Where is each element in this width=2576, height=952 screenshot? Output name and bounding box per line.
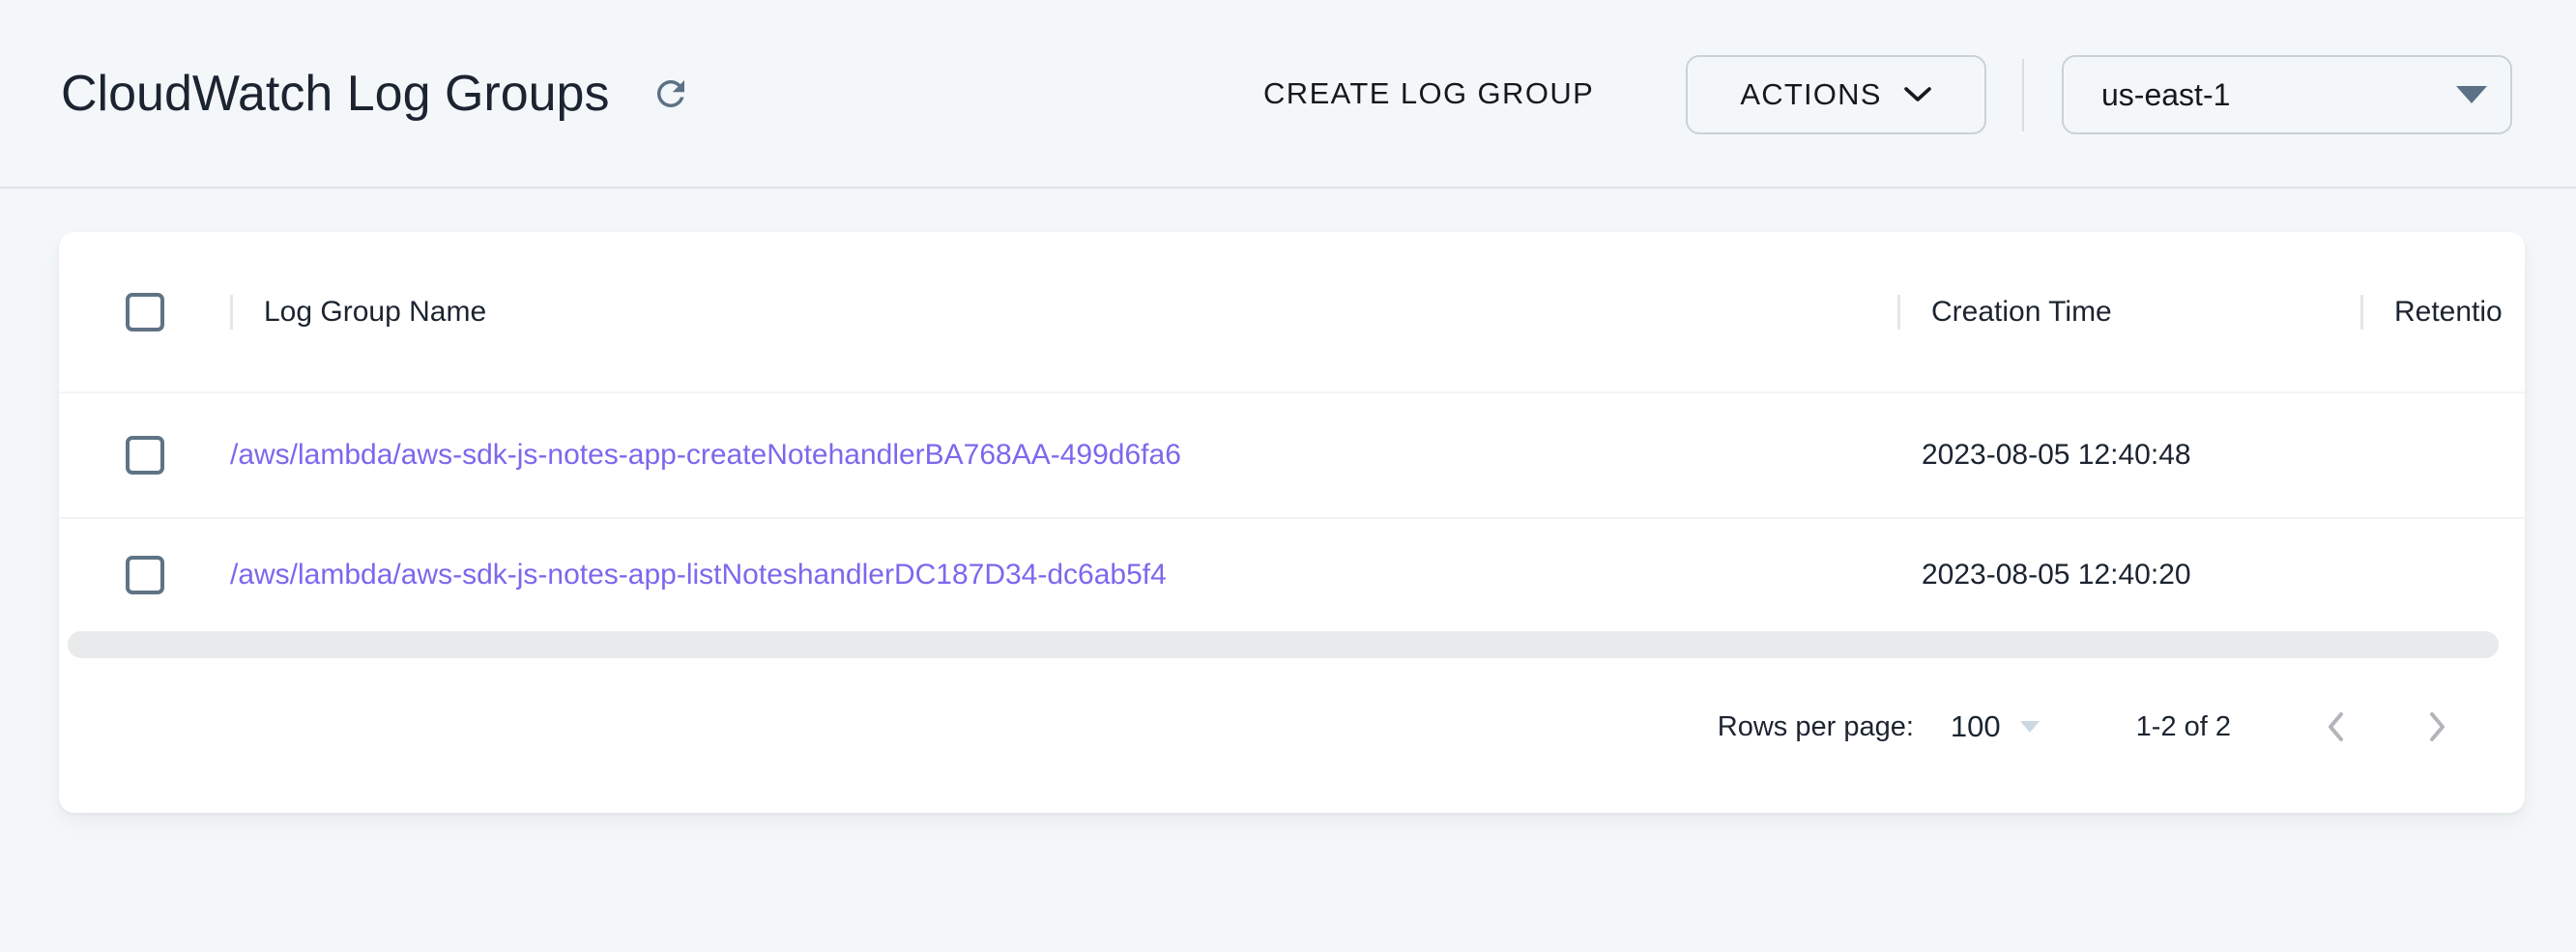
- log-group-link[interactable]: /aws/lambda/aws-sdk-js-notes-app-createN…: [230, 439, 1181, 471]
- region-select-value: us-east-1: [2101, 77, 2456, 113]
- column-header-label: Log Group Name: [264, 296, 486, 329]
- chevron-down-icon: [1903, 86, 1932, 103]
- chevron-right-icon: [2426, 710, 2449, 743]
- create-log-group-button[interactable]: CREATE LOG GROUP: [1242, 0, 1615, 187]
- region-select[interactable]: us-east-1: [2062, 55, 2512, 134]
- rows-per-page-value: 100: [1951, 709, 2001, 744]
- pagination: Rows per page: 100 1-2 of 2: [59, 658, 2525, 813]
- column-header-label: Creation Time: [1931, 296, 2112, 329]
- table-header-row: Log Group Name Creation Time Retentio: [59, 232, 2525, 391]
- next-page-button[interactable]: [2413, 702, 2463, 752]
- page-title: CloudWatch Log Groups: [61, 65, 609, 123]
- column-header-log-group-name: Log Group Name: [207, 232, 1897, 391]
- log-groups-card: Log Group Name Creation Time Retentio /a…: [59, 232, 2525, 813]
- page-range-label: 1-2 of 2: [2136, 711, 2231, 743]
- actions-button-label: ACTIONS: [1740, 77, 1881, 112]
- rows-per-page-select[interactable]: 100: [1951, 709, 2040, 744]
- creation-time-value: 2023-08-05 12:40:48: [1897, 439, 2360, 472]
- column-header-label: Retentio: [2394, 296, 2503, 329]
- caret-down-icon: [2456, 86, 2487, 103]
- scrollbar-thumb[interactable]: [68, 631, 2499, 658]
- topbar-divider: [2022, 59, 2024, 131]
- refresh-button[interactable]: [644, 67, 698, 121]
- select-all-checkbox[interactable]: [126, 293, 164, 332]
- rows-per-page-label: Rows per page:: [1718, 711, 1914, 743]
- column-header-retention: Retentio: [2360, 232, 2525, 391]
- caret-down-icon: [2020, 721, 2040, 733]
- row-checkbox[interactable]: [126, 436, 164, 475]
- table-row: /aws/lambda/aws-sdk-js-notes-app-createN…: [59, 391, 2525, 517]
- refresh-icon: [651, 73, 691, 114]
- page-header: CloudWatch Log Groups CREATE LOG GROUP A…: [0, 0, 2576, 188]
- previous-page-button[interactable]: [2310, 702, 2360, 752]
- creation-time-value: 2023-08-05 12:40:20: [1897, 559, 2360, 591]
- horizontal-scrollbar[interactable]: [59, 631, 2525, 658]
- table-row: /aws/lambda/aws-sdk-js-notes-app-listNot…: [59, 517, 2525, 631]
- log-group-link[interactable]: /aws/lambda/aws-sdk-js-notes-app-listNot…: [230, 559, 1167, 591]
- row-checkbox[interactable]: [126, 556, 164, 594]
- title-group: CloudWatch Log Groups: [61, 0, 698, 187]
- actions-button[interactable]: ACTIONS: [1686, 55, 1986, 134]
- chevron-left-icon: [2324, 710, 2347, 743]
- column-header-creation-time: Creation Time: [1897, 232, 2360, 391]
